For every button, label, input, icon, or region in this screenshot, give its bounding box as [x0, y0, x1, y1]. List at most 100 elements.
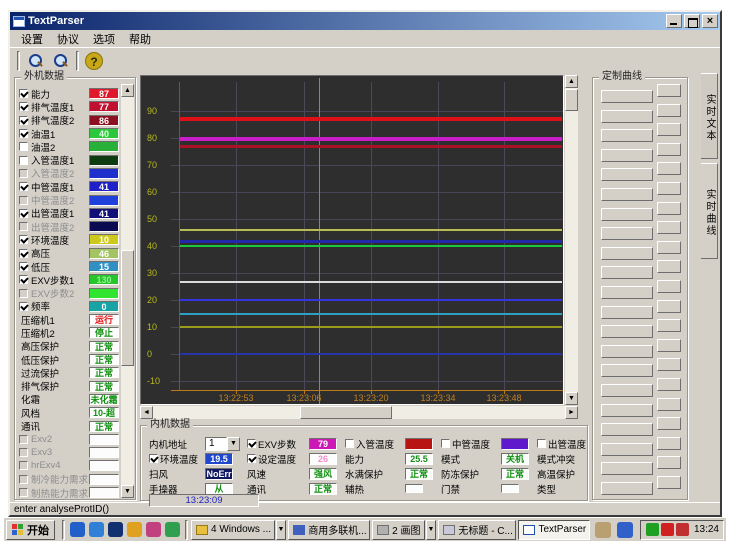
- curve-channel-select[interactable]: [657, 280, 681, 293]
- curve-select[interactable]: [601, 90, 653, 103]
- checkbox[interactable]: [19, 209, 28, 218]
- curve-select[interactable]: [601, 325, 653, 338]
- curve-channel-select[interactable]: [657, 378, 681, 391]
- curve-channel-select[interactable]: [657, 437, 681, 450]
- checkbox[interactable]: [19, 461, 28, 470]
- task-button-4[interactable]: 无标题 - C...: [438, 520, 516, 540]
- curve-channel-select[interactable]: [657, 162, 681, 175]
- scroll-down-icon[interactable]: ▼: [121, 485, 134, 498]
- curve-select[interactable]: [601, 364, 653, 377]
- scrollbar-thumb[interactable]: [121, 250, 134, 366]
- scroll-down-icon[interactable]: ▼: [565, 392, 578, 405]
- curve-select[interactable]: [601, 266, 653, 279]
- checkbox[interactable]: [19, 182, 28, 191]
- checkbox[interactable]: [19, 196, 28, 205]
- outdoor-scrollbar[interactable]: ▲ ▼: [121, 84, 134, 498]
- scroll-up-icon[interactable]: ▲: [121, 84, 134, 97]
- curve-select[interactable]: [601, 208, 653, 221]
- curve-select[interactable]: [601, 227, 653, 240]
- curve-select[interactable]: [601, 482, 653, 495]
- checkbox[interactable]: [19, 129, 28, 138]
- task-button-1[interactable]: 4 Windows ...: [191, 520, 275, 540]
- indoor-address-dropdown[interactable]: 1▼: [205, 437, 240, 451]
- quicklaunch-icon-6[interactable]: [165, 522, 180, 537]
- side-tab-2[interactable]: 实时曲线: [701, 163, 718, 259]
- quicklaunch-icon-1[interactable]: [70, 522, 85, 537]
- start-button[interactable]: 开始: [6, 520, 55, 540]
- checkbox[interactable]: [19, 156, 28, 165]
- scroll-right-icon[interactable]: ►: [565, 406, 578, 419]
- checkbox[interactable]: [19, 275, 28, 284]
- curve-select[interactable]: [601, 188, 653, 201]
- checkbox[interactable]: [345, 439, 354, 448]
- tray-icon-2[interactable]: [661, 523, 674, 536]
- curve-channel-select[interactable]: [657, 319, 681, 332]
- minimize-button[interactable]: [666, 14, 682, 28]
- curve-channel-select[interactable]: [657, 202, 681, 215]
- checkbox[interactable]: [19, 116, 28, 125]
- checkbox[interactable]: [19, 262, 28, 271]
- checkbox[interactable]: [19, 302, 28, 311]
- curve-select[interactable]: [601, 384, 653, 397]
- checkbox[interactable]: [19, 448, 28, 457]
- menu-item-2[interactable]: 协议: [50, 30, 86, 48]
- checkbox[interactable]: [19, 89, 28, 98]
- task-button-2[interactable]: 商用多联机...: [288, 520, 370, 540]
- chevron-down-icon[interactable]: ▼: [227, 437, 240, 451]
- checkbox[interactable]: [19, 475, 28, 484]
- side-tab-1[interactable]: 实时文本: [701, 73, 718, 159]
- task-group-chevron-icon[interactable]: ▼: [276, 520, 287, 540]
- curve-select[interactable]: [601, 168, 653, 181]
- zoom-in-button[interactable]: [23, 50, 47, 72]
- curve-channel-select[interactable]: [657, 221, 681, 234]
- task-group-chevron-icon[interactable]: ▼: [426, 520, 437, 540]
- checkbox[interactable]: [19, 142, 28, 151]
- menu-item-4[interactable]: 帮助: [122, 30, 158, 48]
- scrollbar-thumb[interactable]: [565, 89, 578, 111]
- checkbox[interactable]: [19, 222, 28, 231]
- scroll-up-icon[interactable]: ▲: [565, 75, 578, 88]
- menu-item-3[interactable]: 选项: [86, 30, 122, 48]
- tray-icon-1[interactable]: [646, 523, 659, 536]
- titlebar[interactable]: TextParser ×: [10, 12, 720, 30]
- curve-channel-select[interactable]: [657, 182, 681, 195]
- quicklaunch-icon-5[interactable]: [146, 522, 161, 537]
- curve-channel-select[interactable]: [657, 456, 681, 469]
- curve-channel-select[interactable]: [657, 84, 681, 97]
- scroll-left-icon[interactable]: ◄: [140, 406, 153, 419]
- curve-channel-select[interactable]: [657, 143, 681, 156]
- tray-icon-3[interactable]: [676, 523, 689, 536]
- taskbar-icon-2[interactable]: [617, 522, 633, 538]
- curve-select[interactable]: [601, 129, 653, 142]
- help-button[interactable]: ?: [82, 50, 106, 72]
- curve-select[interactable]: [601, 306, 653, 319]
- curve-channel-select[interactable]: [657, 339, 681, 352]
- curve-channel-select[interactable]: [657, 398, 681, 411]
- curve-select[interactable]: [601, 404, 653, 417]
- curve-channel-select[interactable]: [657, 300, 681, 313]
- menu-item-1[interactable]: 设置: [14, 30, 50, 48]
- taskbar-icon-1[interactable]: [595, 522, 611, 538]
- checkbox[interactable]: [19, 235, 28, 244]
- checkbox[interactable]: [247, 439, 256, 448]
- curve-channel-select[interactable]: [657, 358, 681, 371]
- curve-channel-select[interactable]: [657, 241, 681, 254]
- curve-select[interactable]: [601, 149, 653, 162]
- checkbox[interactable]: [19, 488, 28, 497]
- checkbox[interactable]: [19, 289, 28, 298]
- chart-hscrollbar[interactable]: ◄ ►: [140, 406, 578, 419]
- curve-select[interactable]: [601, 345, 653, 358]
- zoom-out-button[interactable]: [48, 50, 72, 72]
- close-button[interactable]: ×: [702, 14, 718, 28]
- quicklaunch-icon-2[interactable]: [89, 522, 104, 537]
- maximize-button[interactable]: [684, 14, 700, 28]
- scrollbar-thumb[interactable]: [300, 406, 392, 419]
- curve-channel-select[interactable]: [657, 260, 681, 273]
- checkbox[interactable]: [19, 435, 28, 444]
- curve-channel-select[interactable]: [657, 476, 681, 489]
- curve-select[interactable]: [601, 462, 653, 475]
- quicklaunch-icon-4[interactable]: [127, 522, 142, 537]
- checkbox[interactable]: [19, 102, 28, 111]
- curve-select[interactable]: [601, 110, 653, 123]
- task-button-5[interactable]: TextParser: [518, 520, 590, 540]
